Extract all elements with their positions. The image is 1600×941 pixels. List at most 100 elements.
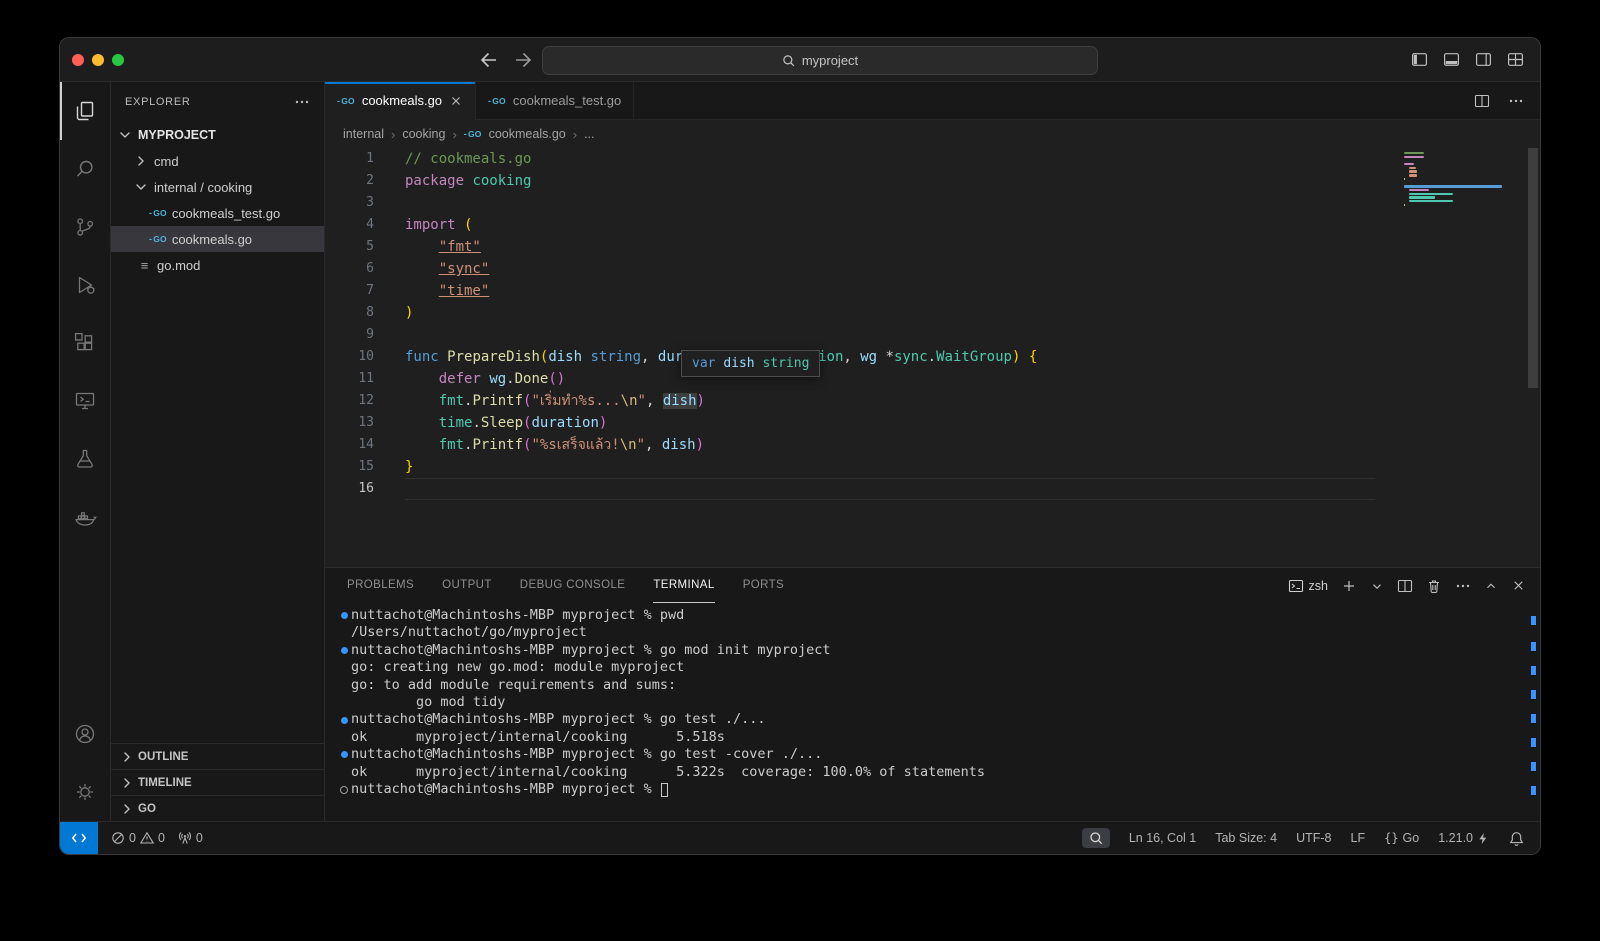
toggle-panel-icon[interactable] <box>1443 51 1460 68</box>
terminal[interactable]: nuttachot@Machintoshs-MBP myproject % pw… <box>325 603 1540 821</box>
notifications-bell-icon[interactable] <box>1509 831 1524 846</box>
minimap-line <box>1409 189 1429 191</box>
line-number: 5 <box>325 236 374 258</box>
chevron-right-icon <box>119 801 135 817</box>
editor-more-actions-icon[interactable] <box>1508 93 1524 109</box>
kill-terminal-icon[interactable] <box>1426 578 1442 594</box>
back-button[interactable] <box>478 49 500 71</box>
breadcrumb-item[interactable]: internal <box>343 127 384 141</box>
panel-tab-debug-console[interactable]: DEBUG CONSOLE <box>520 568 626 603</box>
go-file-icon: GO <box>149 234 167 244</box>
code-line-12[interactable]: 12 fmt.Printf("เริ่มทำ%s...\n", dish) <box>325 390 1375 412</box>
tree-item-cmd[interactable]: cmd <box>111 148 324 174</box>
cursor-position[interactable]: Ln 16, Col 1 <box>1129 831 1196 845</box>
tree-item-label: internal / cooking <box>154 180 252 195</box>
activity-item-remote-explorer[interactable] <box>60 372 110 430</box>
panel-more-actions-icon[interactable] <box>1455 578 1471 594</box>
desktop: myproject EXPLORER <box>0 0 1600 941</box>
activity-item-explorer[interactable] <box>60 82 110 140</box>
code-line-2[interactable]: 2package cooking <box>325 170 1375 192</box>
tab-cookmeals-go[interactable]: GO cookmeals.go <box>325 82 476 120</box>
go-file-icon: GO <box>337 96 355 106</box>
panel-tab-terminal[interactable]: TERMINAL <box>653 568 714 603</box>
tree-item-label: go.mod <box>157 258 200 273</box>
code-line-11[interactable]: 11 defer wg.Done() <box>325 368 1375 390</box>
editor-scrollbar[interactable] <box>1526 148 1540 567</box>
line-content: "time" <box>405 280 1375 302</box>
go-file-icon: GO <box>149 208 167 218</box>
explorer-more-actions-icon[interactable] <box>294 94 310 110</box>
terminal-dropdown-icon[interactable] <box>1370 579 1384 593</box>
forward-button[interactable] <box>512 49 534 71</box>
panel-tab-output[interactable]: OUTPUT <box>442 568 492 603</box>
split-editor-icon[interactable] <box>1474 93 1490 109</box>
code-line-1[interactable]: 1// cookmeals.go <box>325 148 1375 170</box>
code-line-13[interactable]: 13 time.Sleep(duration) <box>325 412 1375 434</box>
code-line-14[interactable]: 14 fmt.Printf("%sเสร็จแล้ว!\n", dish) <box>325 434 1375 456</box>
toggle-sidebar-icon[interactable] <box>1411 51 1428 68</box>
minimize-window-button[interactable] <box>92 54 104 66</box>
encoding-status[interactable]: UTF-8 <box>1296 831 1331 845</box>
panel-tab-ports[interactable]: PORTS <box>743 568 784 603</box>
breadcrumb-item[interactable]: cooking <box>402 127 445 141</box>
section-go-label: GO <box>138 803 156 815</box>
code-line-16[interactable]: 16 <box>325 478 1375 500</box>
customize-layout-icon[interactable] <box>1507 51 1524 68</box>
activity-item-testing[interactable] <box>60 430 110 488</box>
indentation-status[interactable]: Tab Size: 4 <box>1215 831 1277 845</box>
breadcrumb-item[interactable]: ... <box>584 127 594 141</box>
tab-cookmeals-test-go[interactable]: GO cookmeals_test.go <box>476 82 634 119</box>
code-line-10[interactable]: 10func PrepareDish(dish string, duration… <box>325 346 1375 368</box>
zoom-status-button[interactable] <box>1082 828 1110 848</box>
toggle-secondary-sidebar-icon[interactable] <box>1475 51 1492 68</box>
command-center[interactable]: myproject <box>542 46 1098 75</box>
code-line-4[interactable]: 4import ( <box>325 214 1375 236</box>
tree-item-internal-cooking[interactable]: internal / cooking <box>111 174 324 200</box>
code-line-3[interactable]: 3 <box>325 192 1375 214</box>
tree-item-cookmeals-test-go[interactable]: GOcookmeals_test.go <box>111 200 324 226</box>
ports-indicator[interactable]: 0 <box>178 831 203 845</box>
panel-tab-problems[interactable]: PROBLEMS <box>347 568 414 603</box>
go-version-status[interactable]: 1.21.0 <box>1438 831 1490 845</box>
activity-item-extensions[interactable] <box>60 314 110 372</box>
tree-item-cookmeals-go[interactable]: GOcookmeals.go <box>111 226 324 252</box>
activity-item-settings[interactable] <box>60 763 110 821</box>
maximize-window-button[interactable] <box>112 54 124 66</box>
code-line-9[interactable]: 9 <box>325 324 1375 346</box>
scrollbar-thumb[interactable] <box>1528 148 1538 388</box>
activity-item-search[interactable] <box>60 140 110 198</box>
problems-indicator[interactable]: 0 0 <box>111 831 165 845</box>
shell-chip[interactable]: zsh <box>1288 578 1328 594</box>
language-mode[interactable]: {}Go <box>1384 831 1419 845</box>
breadcrumb-item[interactable]: cookmeals.go <box>489 127 566 141</box>
maximize-panel-icon[interactable] <box>1484 579 1498 593</box>
code-line-8[interactable]: 8) <box>325 302 1375 324</box>
tree-item-go-mod[interactable]: ≡go.mod <box>111 252 324 278</box>
editor[interactable]: 1// cookmeals.go2package cooking34import… <box>325 148 1540 567</box>
code-line-7[interactable]: 7 "time" <box>325 280 1375 302</box>
new-terminal-icon[interactable] <box>1341 578 1357 594</box>
decoration-spacer <box>337 694 351 711</box>
minimap-line <box>1409 200 1453 202</box>
eol-status[interactable]: LF <box>1351 831 1366 845</box>
close-panel-icon[interactable] <box>1511 578 1526 593</box>
activity-item-accounts[interactable] <box>60 705 110 763</box>
code-line-15[interactable]: 15} <box>325 456 1375 478</box>
section-go[interactable]: GO <box>111 795 324 821</box>
split-terminal-icon[interactable] <box>1397 578 1413 594</box>
activity-item-run-debug[interactable] <box>60 256 110 314</box>
minimap-line <box>1404 185 1502 187</box>
remote-indicator[interactable] <box>60 822 98 854</box>
section-outline[interactable]: OUTLINE <box>111 743 324 769</box>
close-window-button[interactable] <box>72 54 84 66</box>
activity-item-docker[interactable] <box>60 488 110 546</box>
line-content: "sync" <box>405 258 1375 280</box>
code-line-6[interactable]: 6 "sync" <box>325 258 1375 280</box>
close-tab-icon[interactable] <box>449 94 463 108</box>
code-line-5[interactable]: 5 "fmt" <box>325 236 1375 258</box>
tree-root-myproject[interactable]: MYPROJECT <box>111 122 324 148</box>
minimap[interactable] <box>1404 152 1516 211</box>
activity-item-source-control[interactable] <box>60 198 110 256</box>
section-timeline[interactable]: TIMELINE <box>111 769 324 795</box>
command-decoration <box>337 711 351 728</box>
